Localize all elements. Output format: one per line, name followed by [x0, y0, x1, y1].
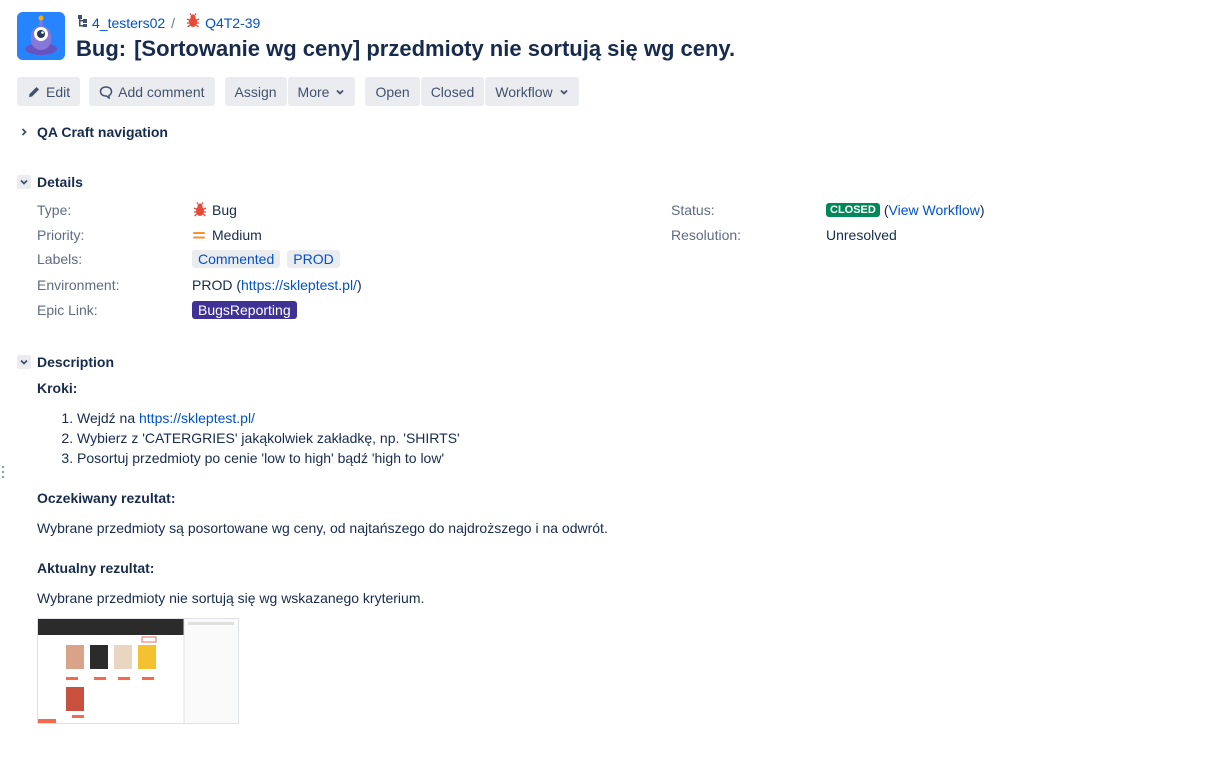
project-avatar[interactable] [17, 12, 65, 60]
closed-transition-button[interactable]: Closed [420, 77, 485, 106]
assign-button[interactable]: Assign [224, 77, 287, 106]
chevron-down-icon [559, 87, 569, 97]
step-item: Wybierz z 'CATERGRIES' jakąkolwiek zakła… [77, 428, 1187, 448]
open-label: Open [375, 83, 410, 100]
environment-label: Environment: [37, 277, 120, 293]
epic-link-label: Epic Link: [37, 302, 98, 318]
project-icon [77, 14, 89, 31]
assign-label: Assign [234, 83, 277, 100]
priority-value: Medium [192, 225, 262, 245]
chevron-right-icon [17, 125, 31, 139]
actual-text: Wybrane przedmioty nie sortują się wg ws… [37, 590, 425, 606]
edit-label: Edit [46, 83, 71, 100]
bug-icon [192, 202, 208, 218]
environment-link[interactable]: https://skleptest.pl/ [241, 277, 357, 293]
issue-toolbar: Edit Add comment Assign More Open Closed… [17, 77, 579, 106]
sidebar-resize-handle[interactable] [2, 465, 4, 482]
steps-list: Wejdź na https://skleptest.pl/ Wybierz z… [37, 408, 1187, 468]
resolution-value: Unresolved [826, 227, 897, 243]
type-value-text: Bug [212, 202, 237, 218]
issue-title: Bug: [Sortowanie wg ceny] przedmioty nie … [76, 36, 735, 62]
expected-heading: Oczekiwany rezultat: [37, 490, 176, 506]
type-value: Bug [192, 200, 237, 220]
labels-list: Commented PROD [192, 249, 347, 269]
environment-prefix: PROD ( [192, 277, 241, 293]
qa-craft-navigation-toggle[interactable]: QA Craft navigation [17, 124, 168, 140]
actual-heading: Aktualny rezultat: [37, 560, 155, 576]
status-value: CLOSED (View Workflow) [826, 200, 984, 220]
status-label: Status: [671, 202, 715, 218]
closed-label: Closed [430, 83, 475, 100]
epic-link-lozenge[interactable]: BugsReporting [192, 301, 297, 319]
view-workflow-link[interactable]: View Workflow [889, 202, 980, 218]
add-comment-label: Add comment [118, 83, 205, 100]
more-label: More [297, 83, 330, 100]
workflow-button[interactable]: Workflow [485, 77, 579, 106]
view-workflow-close-paren: ) [979, 202, 985, 218]
priority-value-text: Medium [212, 227, 262, 243]
priority-medium-icon [192, 228, 206, 242]
breadcrumb-project[interactable]: 4_testers02 [77, 14, 165, 31]
breadcrumb: 4_testers02 / Q4T2-39 [77, 13, 260, 32]
status-badge: CLOSED [826, 203, 880, 217]
step-item: Posortuj przedmioty po cenie 'low to hig… [77, 448, 1187, 468]
details-heading: Details [37, 174, 83, 190]
step1-link[interactable]: https://skleptest.pl/ [139, 410, 255, 426]
pencil-icon [27, 85, 41, 99]
expected-text: Wybrane przedmioty są posortowane wg cen… [37, 520, 608, 536]
step1-prefix: Wejdź na [77, 410, 139, 426]
more-button[interactable]: More [287, 77, 356, 106]
breadcrumb-issue[interactable]: Q4T2-39 [185, 13, 260, 32]
chevron-down-icon [17, 355, 31, 369]
bug-icon [185, 13, 201, 32]
priority-label: Priority: [37, 227, 85, 243]
comment-icon [99, 85, 113, 99]
description-body[interactable]: Kroki: Wejdź na https://skleptest.pl/ Wy… [37, 378, 1187, 608]
description-heading: Description [37, 354, 115, 370]
resolution-label: Resolution: [671, 227, 742, 243]
issue-summary[interactable]: [Sortowanie wg ceny] przedmioty nie sort… [134, 36, 735, 61]
edit-button[interactable]: Edit [17, 77, 81, 106]
environment-suffix: ) [356, 277, 362, 293]
chevron-down-icon [335, 87, 345, 97]
open-transition-button[interactable]: Open [365, 77, 420, 106]
issue-type-prefix: Bug: [76, 36, 127, 61]
chevron-down-icon [17, 175, 31, 189]
breadcrumb-issue-key[interactable]: Q4T2-39 [205, 15, 260, 31]
step-item: Wejdź na https://skleptest.pl/ [77, 408, 1187, 428]
label-tag[interactable]: Commented [192, 250, 281, 268]
type-label: Type: [37, 202, 72, 218]
attachment-thumbnail[interactable] [37, 618, 239, 724]
description-toggle[interactable]: Description [17, 354, 114, 370]
breadcrumb-project-link[interactable]: 4_testers02 [92, 15, 165, 31]
workflow-label: Workflow [495, 83, 553, 100]
labels-label: Labels: [37, 251, 83, 267]
steps-heading: Kroki: [37, 380, 78, 396]
add-comment-button[interactable]: Add comment [89, 77, 215, 106]
label-tag[interactable]: PROD [287, 250, 340, 268]
details-toggle[interactable]: Details [17, 174, 83, 190]
qa-craft-navigation-heading: QA Craft navigation [37, 124, 168, 140]
environment-value: PROD (https://skleptest.pl/) [192, 275, 362, 295]
breadcrumb-separator: / [171, 14, 176, 31]
